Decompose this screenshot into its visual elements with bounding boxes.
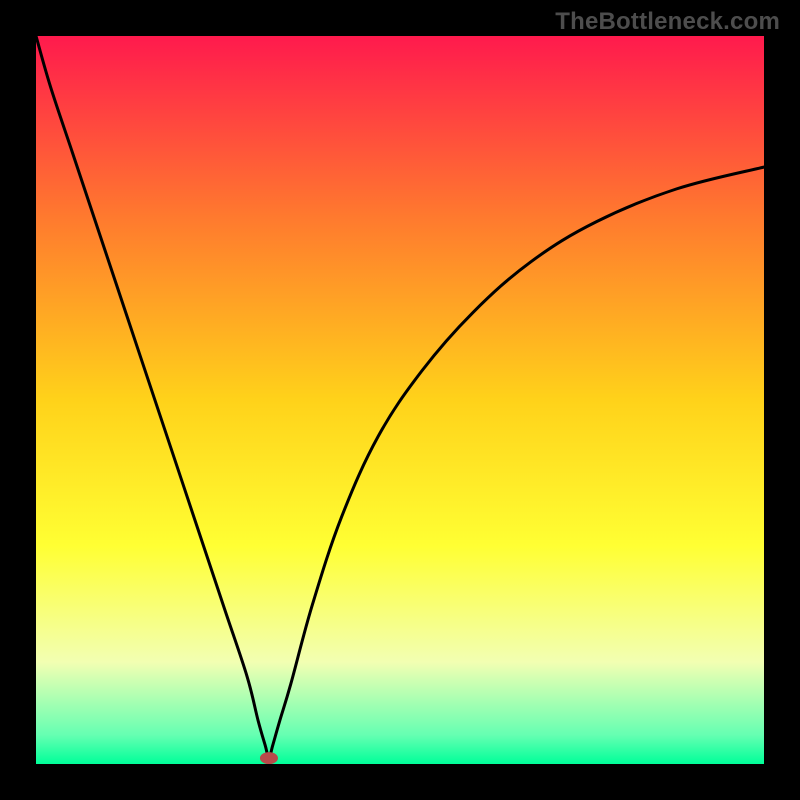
- watermark-text: TheBottleneck.com: [555, 8, 780, 36]
- optimum-marker: [260, 752, 278, 764]
- chart-frame: TheBottleneck.com: [0, 0, 800, 800]
- plot-area: [36, 36, 764, 764]
- plot-svg: [36, 36, 764, 764]
